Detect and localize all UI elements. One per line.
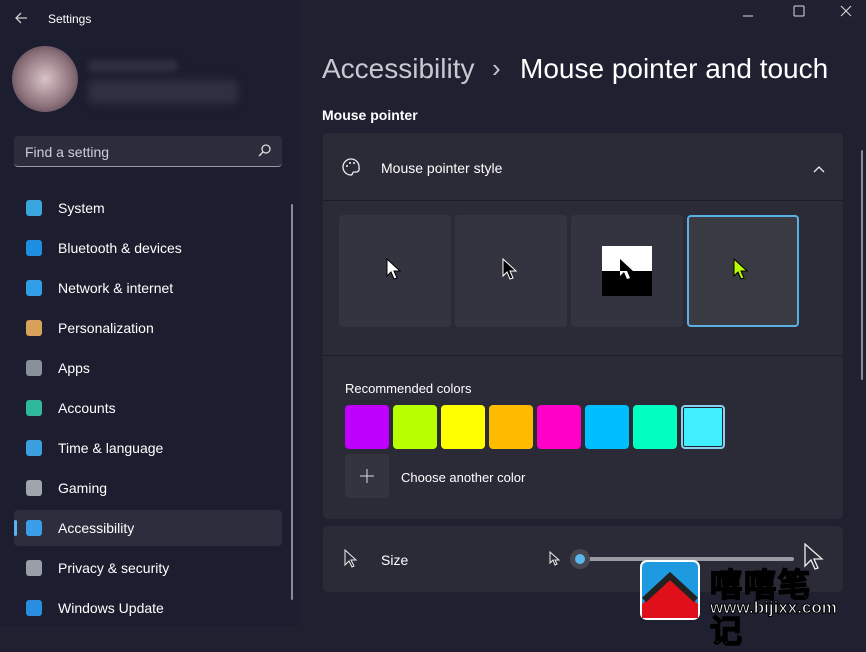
minimize-icon[interactable] [742,9,754,27]
breadcrumb-separator: › [492,53,501,83]
sidebar-item-label: Personalization [58,320,154,336]
wifi-icon [26,280,42,296]
pointer-style-black[interactable] [455,215,567,327]
page-title: Mouse pointer and touch [520,53,829,84]
sidebar-item-apps[interactable]: Apps [14,350,282,386]
user-email-blurred [88,80,238,104]
recommended-colors-label: Recommended colors [345,381,472,396]
sidebar-item-accessibility[interactable]: Accessibility [14,510,282,546]
avatar[interactable] [12,46,78,112]
add-color-button[interactable] [345,454,389,498]
search-input[interactable]: Find a setting [14,136,282,167]
color-swatch[interactable] [681,405,725,449]
back-arrow-icon[interactable] [14,11,28,28]
shield-icon [26,560,42,576]
sidebar-item-gaming[interactable]: Gaming [14,470,282,506]
accessibility-icon [26,520,42,536]
sidebar-item-personalization[interactable]: Personalization [14,310,282,346]
pointer-style-inverted[interactable] [571,215,683,327]
search-icon[interactable] [258,144,271,160]
size-slider-thumb[interactable] [570,549,590,569]
divider [323,355,843,356]
sidebar-item-label: Accounts [58,400,116,416]
small-pointer-icon [549,550,561,572]
color-swatch[interactable] [585,405,629,449]
apps-icon [26,360,42,376]
sidebar-item-network-internet[interactable]: Network & internet [14,270,282,306]
pointer-style-header[interactable]: Mouse pointer style [323,133,843,201]
maximize-icon[interactable] [793,4,805,22]
sidebar-item-bluetooth-devices[interactable]: Bluetooth & devices [14,230,282,266]
watermark-logo: 嘻嘻笔记 www.bijixx.com [640,560,840,650]
sidebar-item-label: Network & internet [58,280,174,296]
sidebar-scrollbar[interactable] [291,204,293,600]
clock-globe-icon [26,440,42,456]
person-icon [26,400,42,416]
size-label: Size [381,552,409,568]
monitor-icon [26,200,42,216]
sidebar-item-system[interactable]: System [14,190,282,226]
color-swatch[interactable] [393,405,437,449]
palette-icon [341,157,361,182]
brush-icon [26,320,42,336]
pointer-style-white[interactable] [339,215,451,327]
plus-icon [360,469,374,483]
gamepad-icon [26,480,42,496]
sidebar-item-label: Bluetooth & devices [58,240,182,256]
color-swatch[interactable] [537,405,581,449]
pointer-style-custom[interactable] [687,215,799,327]
sidebar-item-label: Windows Update [58,600,164,616]
sidebar-item-privacy-security[interactable]: Privacy & security [14,550,282,586]
sidebar-item-label: System [58,200,105,216]
pointer-icon [344,548,358,576]
sidebar-item-label: Privacy & security [58,560,170,576]
color-swatch[interactable] [441,405,485,449]
color-swatch[interactable] [489,405,533,449]
bluetooth-icon [26,240,42,256]
main-scrollbar[interactable] [861,150,863,380]
search-placeholder: Find a setting [25,144,110,160]
sidebar-item-label: Apps [58,360,90,376]
breadcrumb-parent[interactable]: Accessibility [322,53,474,85]
section-title: Mouse pointer [322,107,418,123]
sidebar-item-label: Time & language [58,440,164,456]
sidebar-item-accounts[interactable]: Accounts [14,390,282,426]
sidebar-item-label: Accessibility [58,520,135,536]
color-swatch[interactable] [633,405,677,449]
user-name-blurred [88,60,178,72]
selection-indicator [14,520,17,536]
update-icon [26,600,42,616]
window-title: Settings [48,12,92,26]
color-swatch[interactable] [345,405,389,449]
close-icon[interactable] [840,4,852,22]
sidebar-item-label: Gaming [58,480,108,496]
sidebar-item-time-language[interactable]: Time & language [14,430,282,466]
choose-another-color[interactable]: Choose another color [401,470,525,485]
chevron-up-icon[interactable] [813,161,825,179]
pointer-style-label: Mouse pointer style [381,160,503,176]
sidebar-item-windows-update[interactable]: Windows Update [14,590,282,626]
